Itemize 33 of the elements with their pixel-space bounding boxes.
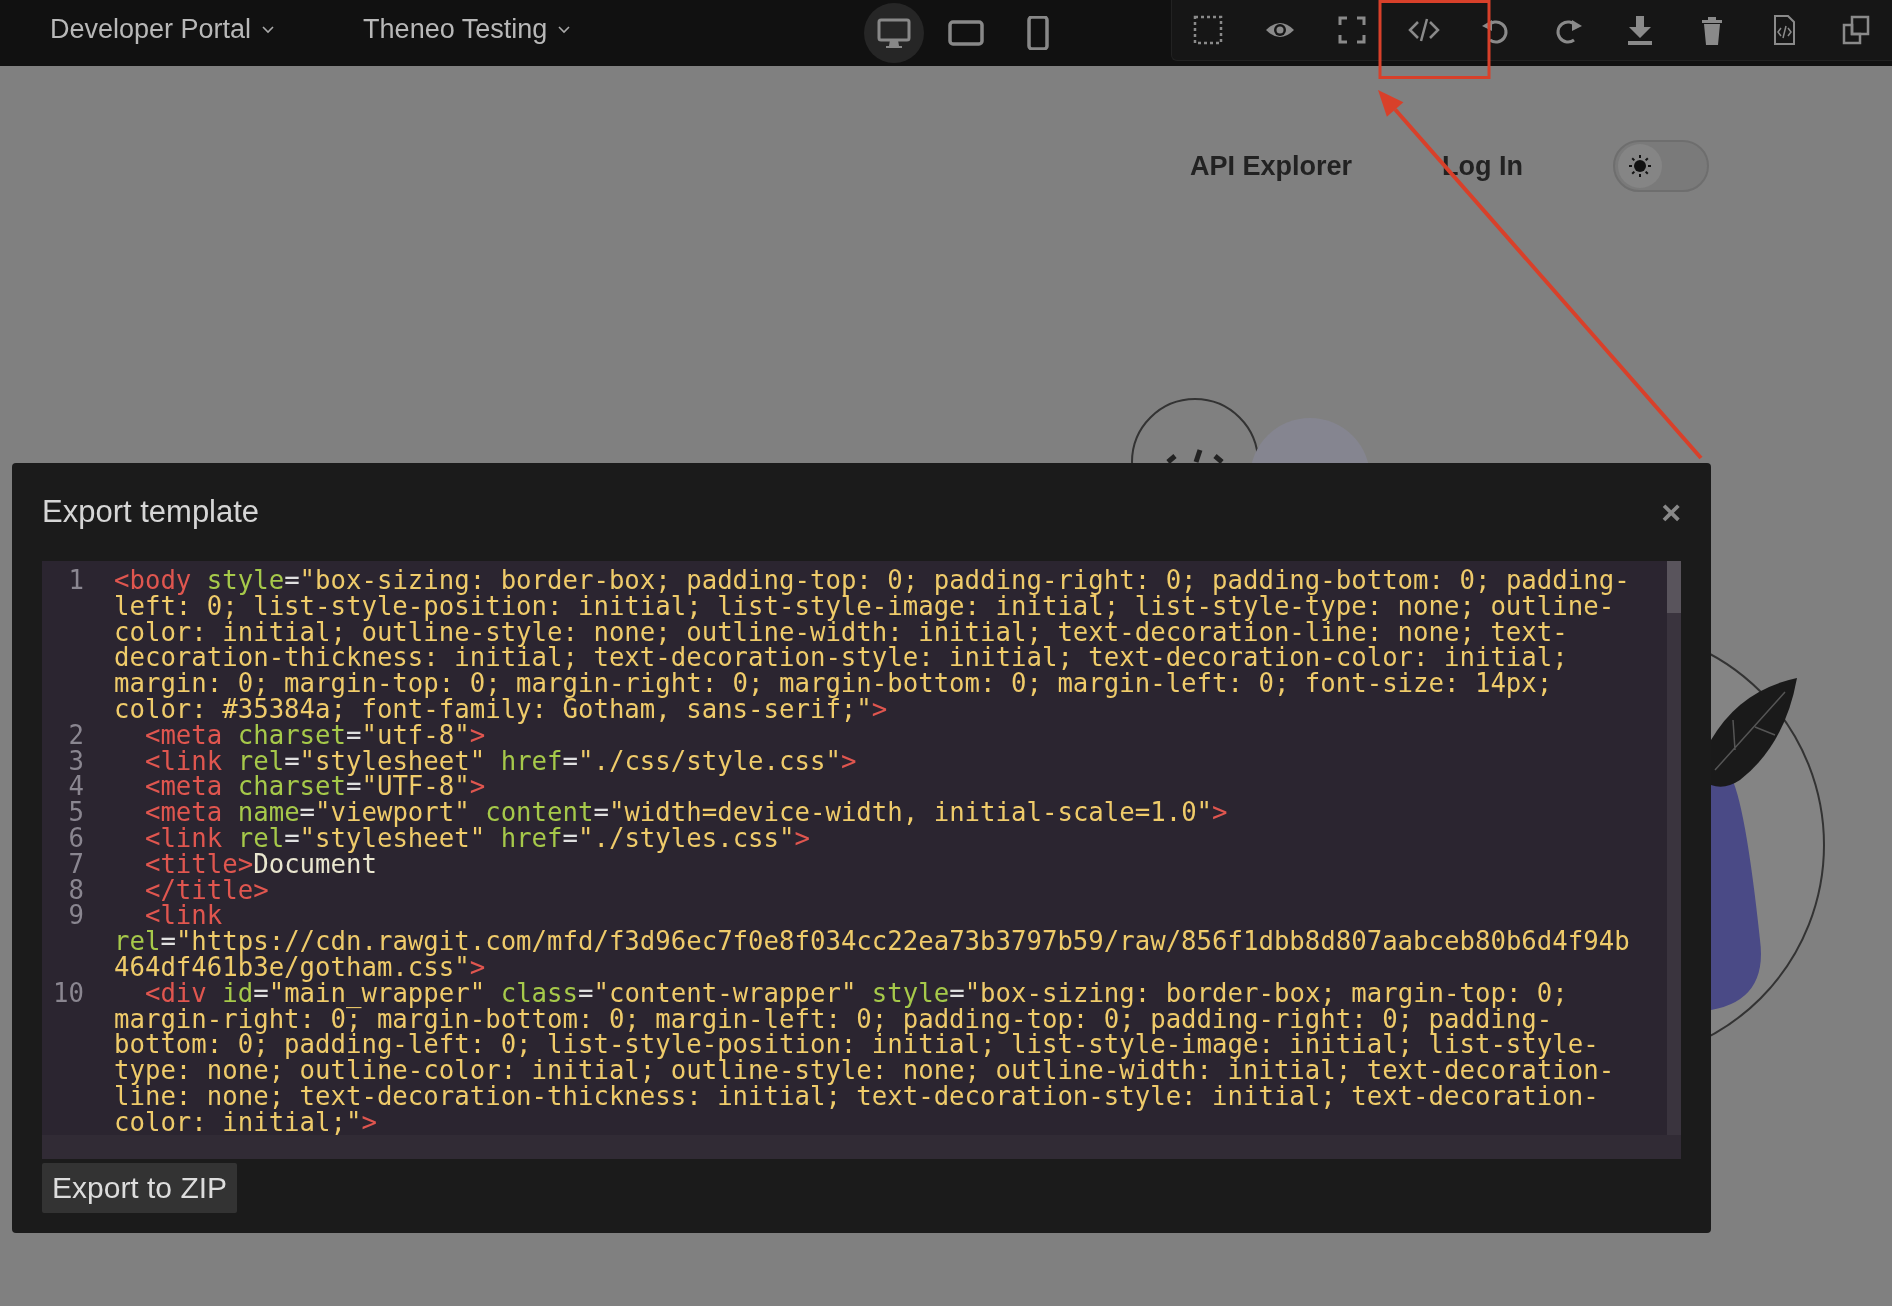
export-button[interactable]: Export to ZIP (42, 1163, 238, 1213)
line-number: 9 (67, 903, 85, 933)
line-number: 5 (67, 800, 85, 826)
line-number: 1 (67, 568, 85, 597)
line-number: 6 (67, 825, 85, 852)
line-number: 8 (67, 877, 85, 904)
nav-link[interactable]: API Explorer (1189, 150, 1352, 182)
phone-icon (1026, 16, 1051, 50)
project-menu[interactable]: Theneo Testing (363, 9, 572, 49)
code-line: <body style="box-sizing: border-box; padding-top: 0; padding-right: 0; padding-bottom: 0; padding-left: 0; list-style-position: initial; list-style-image: initial; list-style-type: none; outline-color: initial; outline-style: none; outline-width: initial; text-decoration-line: none; text-decoration-thickness: initial; text-decoration-style: initial; text-decoration-color: initial; margin: 0; margin-top: 0; margin-right: 0; margin-bottom: 0; margin-left: 0; font-size: 14px; color: #35384a; font-family: Gotham, sans-serif;"> (114, 568, 1631, 723)
code-line: <link rel="stylesheet" href="./css/style.css"> (143, 748, 858, 775)
fullscreen-icon (1336, 14, 1368, 46)
code-line: </title> (143, 877, 270, 904)
chevron-down-icon (557, 23, 572, 35)
copy-icon (1840, 14, 1872, 46)
line-number: 2 (67, 722, 85, 749)
project-menu[interactable]: Developer Portal (50, 9, 276, 49)
dialog-title: Export template (42, 494, 260, 530)
scrollbar[interactable] (1667, 561, 1681, 1135)
sun-icon (1628, 154, 1652, 178)
dashed-square-icon (1192, 14, 1224, 46)
monitor-icon (877, 17, 912, 49)
code-line: <link rel="https://cdn.rawgit.com/mfd/f3d96ec7f0e8f034cc22ea73b3797b59/raw/856f1dbb8d807aabceb80b6d4f94b464df461b3e/gotham.css"> (114, 903, 1631, 981)
line-number: 3 (67, 748, 85, 775)
line-number: 4 (67, 774, 85, 801)
code-line: <meta charset="utf-8"> (143, 722, 486, 749)
line-number: 10 (52, 980, 85, 1010)
tablet-icon (948, 18, 985, 48)
chevron-down-icon (261, 23, 276, 35)
close-button[interactable]: × (1661, 492, 1681, 532)
theme-toggle[interactable] (1613, 140, 1709, 192)
code-line: <meta name="viewport" content="width=device-width, initial-scale=1.0"> (143, 800, 1229, 826)
line-number: 7 (67, 851, 85, 878)
